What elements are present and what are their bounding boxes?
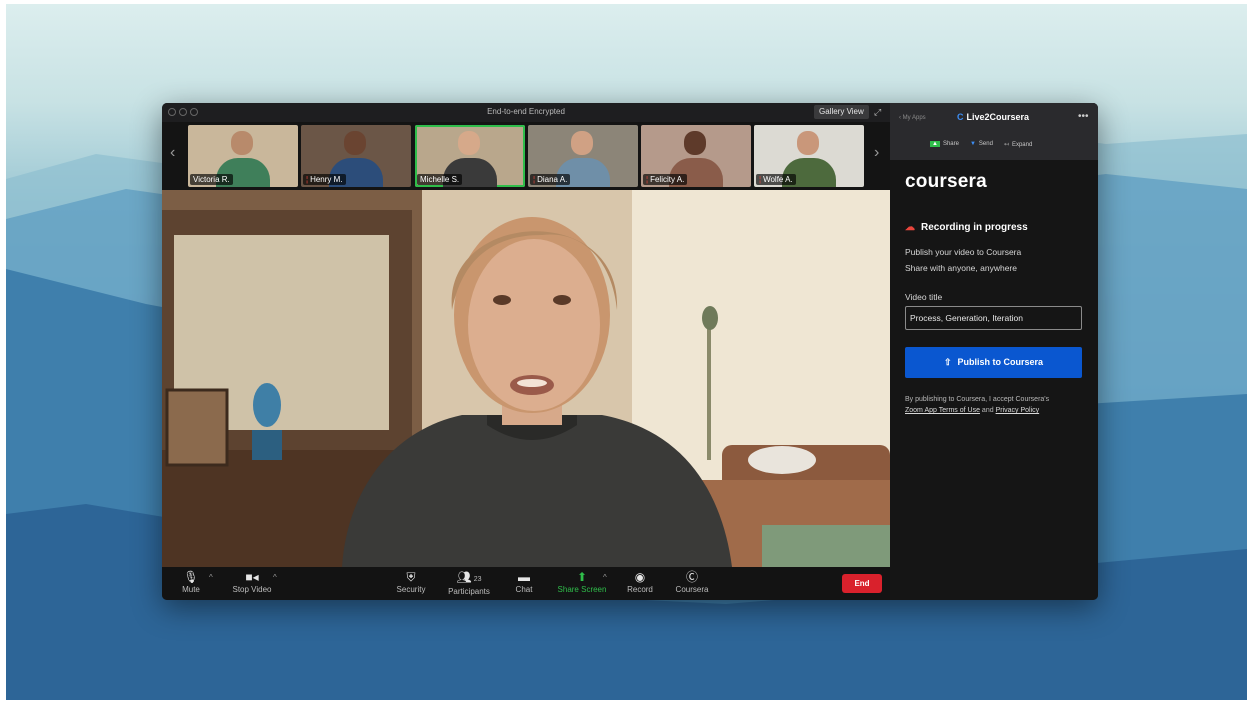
- participant-video: [571, 131, 593, 155]
- participants-count: 23: [473, 576, 482, 583]
- participants-label: Participants: [448, 587, 490, 596]
- participant-video: [344, 131, 366, 155]
- coursera-logo-icon: Ⓒ: [685, 570, 698, 584]
- recording-status: ☁ Recording in progress: [905, 222, 1028, 233]
- participant-name: Michelle S.: [417, 174, 463, 185]
- participant-strip: ‹ Victoria R. ¦ Henry M. Michelle S. ¦ Diana …: [162, 122, 890, 190]
- chat-button[interactable]: ▬ Chat: [512, 570, 536, 594]
- participant-thumbnail[interactable]: ¦ Diana A.: [528, 125, 638, 187]
- send-icon: ▼: [969, 141, 976, 147]
- participant-video: [231, 131, 253, 155]
- cloud-upload-icon: ⇧: [943, 357, 952, 367]
- chat-label: Chat: [515, 585, 533, 594]
- video-title-input[interactable]: [905, 306, 1082, 330]
- coursera-c-icon: C: [957, 112, 964, 122]
- share-screen-button[interactable]: ⬆ Share Screen: [556, 570, 608, 594]
- participant-video: [684, 131, 706, 155]
- chevron-left-icon[interactable]: ‹: [170, 144, 175, 162]
- participant-video: [797, 131, 819, 155]
- participant-name: ¦ Henry M.: [303, 174, 346, 185]
- send-action[interactable]: ▼ Send: [970, 141, 993, 148]
- mute-button[interactable]: 🎙︎ Mute: [176, 570, 206, 594]
- speaker-video-frame: [162, 190, 890, 567]
- participant-thumbnail[interactable]: ¦ Henry M.: [301, 125, 411, 187]
- fullscreen-icon[interactable]: ⤢: [874, 107, 881, 118]
- gallery-view-button[interactable]: Gallery View: [814, 105, 869, 119]
- publish-description: Publish your video to Coursera Share wit…: [905, 247, 1022, 273]
- expand-icon: ↤: [1003, 142, 1009, 148]
- chevron-up-icon[interactable]: ^: [209, 573, 213, 582]
- share-screen-icon: ⬆: [576, 570, 588, 584]
- participants-icon: 👥︎ 23: [456, 570, 482, 584]
- participant-name: ¦ Felicity A.: [643, 174, 688, 185]
- terms-of-use-link[interactable]: Zoom App Terms of Use: [905, 407, 980, 414]
- share-action[interactable]: ▲ Share: [930, 141, 959, 148]
- stop-video-button[interactable]: ■◂ Stop Video: [230, 570, 274, 594]
- share-screen-label: Share Screen: [557, 585, 607, 594]
- participant-name: ¦ Diana A.: [530, 174, 571, 185]
- participant-name: Victoria R.: [190, 174, 233, 185]
- security-label: Security: [396, 585, 426, 594]
- zoom-meeting-window: End-to-end Encrypted Gallery View ⤢ ‹ Vi…: [162, 103, 1098, 600]
- muted-mic-icon: ¦: [759, 175, 762, 184]
- shield-icon: ⛨: [406, 570, 416, 584]
- coursera-logo: coursera: [905, 171, 987, 192]
- cloud-upload-icon: ☁: [905, 222, 915, 233]
- share-icon: ▲: [930, 141, 940, 147]
- expand-action[interactable]: ↤ Expand: [1004, 141, 1032, 148]
- more-options-icon[interactable]: •••: [1078, 111, 1089, 122]
- muted-mic-icon: ¦: [306, 175, 309, 184]
- chevron-up-icon[interactable]: ^: [603, 573, 607, 582]
- muted-mic-icon: ¦: [533, 175, 536, 184]
- microphone-icon: 🎙︎: [183, 570, 199, 584]
- active-speaker-video: [162, 190, 890, 567]
- title-bar: End-to-end Encrypted Gallery View ⤢: [162, 103, 890, 122]
- participants-button[interactable]: 👥︎ 23 Participants: [444, 570, 494, 596]
- video-camera-icon: ■◂: [245, 570, 259, 584]
- app-panel-header: ‹ My Apps C Live2Coursera ••• ▲ Share ▼ Sen…: [890, 103, 1098, 160]
- coursera-app-button[interactable]: Ⓒ Coursera: [672, 570, 712, 594]
- mute-label: Mute: [182, 585, 200, 594]
- my-apps-link[interactable]: ‹ My Apps: [899, 115, 926, 121]
- publish-to-coursera-button[interactable]: ⇧ Publish to Coursera: [905, 347, 1082, 378]
- chevron-right-icon[interactable]: ›: [874, 144, 879, 162]
- record-icon: ◉: [634, 570, 646, 584]
- end-meeting-button[interactable]: End: [842, 574, 882, 593]
- participant-thumbnail[interactable]: Victoria R.: [188, 125, 298, 187]
- chat-bubble-icon: ▬: [518, 570, 530, 584]
- security-button[interactable]: ⛨ Security: [394, 570, 428, 594]
- participant-thumbnail[interactable]: ¦ Wolfe A.: [754, 125, 864, 187]
- muted-mic-icon: ¦: [646, 175, 649, 184]
- privacy-policy-link[interactable]: Privacy Policy: [996, 407, 1040, 414]
- participant-video: [458, 131, 480, 155]
- window-title: End-to-end Encrypted: [487, 107, 565, 116]
- coursera-app-panel: ‹ My Apps C Live2Coursera ••• ▲ Share ▼ Sen…: [890, 103, 1098, 600]
- coursera-label: Coursera: [675, 585, 709, 594]
- meeting-toolbar: 🎙︎ Mute ^ ■◂ Stop Video ^ ⛨ Security 👥︎ 2…: [162, 567, 890, 600]
- stop-video-label: Stop Video: [232, 585, 272, 594]
- chevron-up-icon[interactable]: ^: [273, 573, 277, 582]
- participant-thumbnail[interactable]: ¦ Felicity A.: [641, 125, 751, 187]
- app-actions: ▲ Share ▼ Send ↤ Expand: [930, 141, 1032, 148]
- record-label: Record: [627, 585, 653, 594]
- video-title-label: Video title: [905, 292, 943, 302]
- participant-name: ¦ Wolfe A.: [756, 174, 796, 185]
- terms-notice: By publishing to Coursera, I accept Cour…: [905, 396, 1050, 414]
- app-name: C Live2Coursera: [957, 112, 1030, 122]
- record-button[interactable]: ◉ Record: [625, 570, 655, 594]
- participant-thumbnail[interactable]: Michelle S.: [415, 125, 525, 187]
